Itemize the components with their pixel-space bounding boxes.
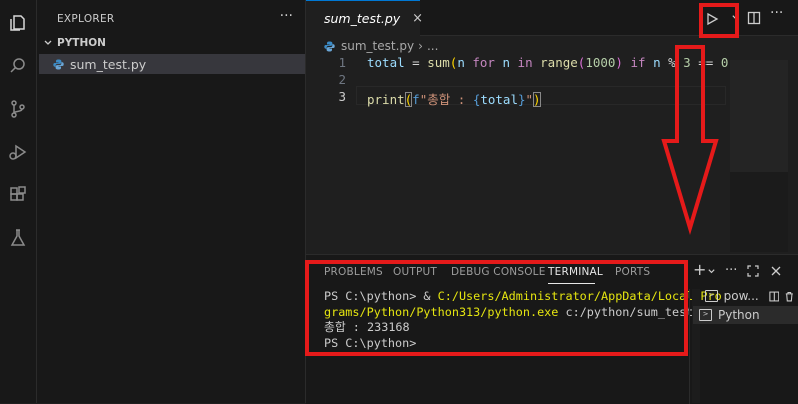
terminal-item-label: pow... <box>723 289 759 303</box>
sidebar-title: EXPLORER <box>57 13 115 25</box>
code-token: f <box>412 92 420 107</box>
explorer-icon[interactable] <box>6 11 30 35</box>
folder-label: PYTHON <box>57 37 106 49</box>
python-icon <box>324 41 335 51</box>
more-actions-icon[interactable]: ··· <box>280 8 293 24</box>
line-number: 3 <box>338 89 346 104</box>
code-line-3[interactable]: print(f"총합 : {total}") <box>367 89 541 108</box>
maximize-panel-icon[interactable] <box>747 265 759 277</box>
close-panel-icon[interactable] <box>770 265 782 277</box>
code-token: } <box>517 92 526 107</box>
code-token: 1000 <box>585 55 616 70</box>
extensions-icon[interactable] <box>6 183 30 207</box>
activity-bar <box>0 0 37 403</box>
explorer-sidebar: EXPLORER ··· PYTHON sum_test.py <box>37 0 306 403</box>
divider <box>689 289 690 404</box>
new-terminal-icon[interactable]: + <box>693 260 706 279</box>
split-editor-icon[interactable] <box>747 11 761 25</box>
line-number: 1 <box>338 55 346 70</box>
terminal-item-powershell[interactable]: > pow... <box>699 287 795 305</box>
editor-scrollbar[interactable] <box>788 60 798 252</box>
code-token: ) <box>615 55 623 70</box>
breadcrumb-rest[interactable]: ... <box>427 39 438 53</box>
code-token: ) <box>533 92 541 107</box>
chevron-down-icon <box>44 40 52 45</box>
code-token: n <box>457 55 465 70</box>
tab-label: sum_test.py <box>324 11 401 26</box>
annotation-arrow-down <box>661 45 719 235</box>
terminal-icon: > <box>699 309 712 321</box>
code-token: "총합 : <box>419 92 473 107</box>
code-token: " <box>525 92 534 107</box>
annotation-box-run-button <box>699 3 739 38</box>
run-debug-icon[interactable] <box>6 140 30 164</box>
breadcrumb[interactable]: sum_test.py › ... <box>324 38 438 54</box>
code-token: range <box>540 55 578 70</box>
breadcrumb-separator: › <box>418 39 423 53</box>
file-sum-test[interactable]: sum_test.py <box>39 54 305 74</box>
chevron-down-icon[interactable] <box>707 267 716 276</box>
more-actions-icon[interactable]: ··· <box>770 5 783 21</box>
code-token: in <box>510 55 541 70</box>
terminal-item-python[interactable]: > Python <box>693 306 798 324</box>
code-token: for <box>464 55 503 70</box>
terminal-item-label: Python <box>718 308 760 322</box>
tab-sum-test[interactable]: sum_test.py × <box>306 0 423 36</box>
python-icon <box>53 59 64 69</box>
code-token: total <box>480 92 518 107</box>
source-control-icon[interactable] <box>6 97 30 121</box>
line-number: 2 <box>338 72 346 87</box>
folder-python[interactable]: PYTHON <box>43 37 106 49</box>
annotation-box-terminal <box>305 260 688 356</box>
close-icon[interactable]: × <box>412 11 423 26</box>
terminal-list: > pow... > Python <box>693 285 798 404</box>
code-token: print <box>367 92 405 107</box>
more-actions-icon[interactable]: ··· <box>725 263 737 278</box>
code-token: n <box>502 55 511 70</box>
code-token: = <box>404 55 428 70</box>
search-icon[interactable] <box>6 54 30 78</box>
code-token: total <box>367 55 405 70</box>
trash-icon[interactable] <box>784 291 795 302</box>
code-token: sum <box>427 55 450 70</box>
minimap-viewport[interactable] <box>730 60 788 172</box>
code-token: if <box>622 55 654 70</box>
terminal-icon: > <box>705 290 718 302</box>
split-terminal-icon[interactable] <box>769 291 780 302</box>
breadcrumb-file[interactable]: sum_test.py <box>341 39 414 53</box>
file-label: sum_test.py <box>70 56 147 72</box>
testing-icon[interactable] <box>6 226 30 250</box>
